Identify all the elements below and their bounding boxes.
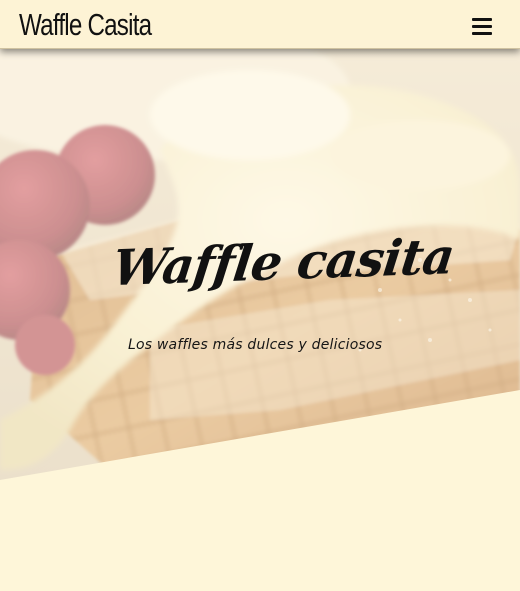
menu-bar-middle bbox=[472, 25, 492, 28]
menu-bar-top bbox=[472, 18, 492, 21]
site-brand[interactable]: Waffle Casita bbox=[19, 7, 152, 43]
hero-subtitle: Los waffles más dulces y deliciosos bbox=[128, 337, 383, 353]
site-header: Waffle Casita bbox=[0, 0, 520, 49]
page: Waffle casita Los waffles más dulces y d… bbox=[0, 0, 520, 591]
hero-section: Waffle casita Los waffles más dulces y d… bbox=[0, 0, 520, 480]
hamburger-menu-icon[interactable] bbox=[472, 17, 492, 35]
menu-bar-bottom bbox=[472, 32, 492, 35]
hero-title: Waffle casita bbox=[109, 226, 458, 298]
